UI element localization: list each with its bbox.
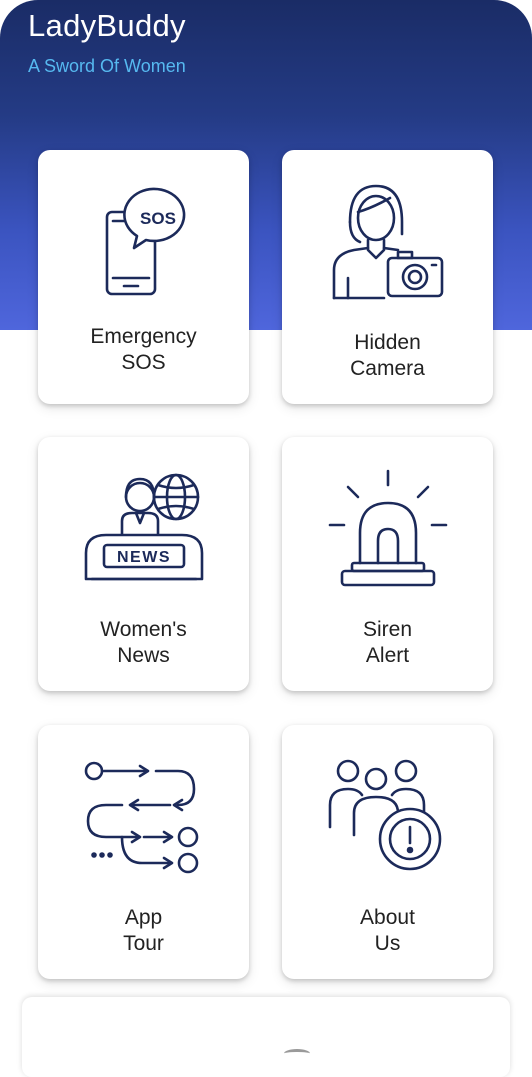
womens-news-card[interactable]: NEWS Women's News <box>38 437 249 691</box>
woman-camera-icon <box>332 184 443 300</box>
siren-alert-card[interactable]: Siren Alert <box>282 437 493 691</box>
card-label-line2: Alert <box>365 644 410 667</box>
app-subtitle: A Sword Of Women <box>28 56 186 76</box>
card-label-line1: Emergency <box>90 325 197 348</box>
siren-alert-label: Siren Alert <box>282 617 493 669</box>
card-label-line1: Women's <box>100 618 187 641</box>
svg-text:NEWS: NEWS <box>117 549 171 566</box>
svg-text:SOS: SOS <box>140 209 176 228</box>
card-label-line2: News <box>117 644 170 667</box>
group-info-icon <box>328 759 441 871</box>
news-anchor-icon: NEWS <box>84 473 203 581</box>
about-us-label: About Us <box>282 905 493 957</box>
card-label-line1: Hidden <box>354 331 421 354</box>
app-title: LadyBuddy <box>28 8 186 43</box>
flow-path-icon <box>84 761 198 874</box>
card-label-line2: SOS <box>121 351 166 374</box>
app-tour-label: App Tour <box>38 905 249 957</box>
card-label-line1: About <box>360 906 415 929</box>
emergency-sos-card[interactable]: SOS Emergency SOS <box>38 150 249 404</box>
siren-icon <box>328 469 447 587</box>
card-label-line2: Tour <box>123 932 164 955</box>
hidden-camera-label: Hidden Camera <box>282 330 493 382</box>
bottom-sheet[interactable] <box>22 997 510 1077</box>
card-label-line1: App <box>124 906 163 929</box>
womens-news-label: Women's News <box>38 617 249 669</box>
card-label-line1: Siren <box>362 618 413 641</box>
emergency-sos-label: Emergency SOS <box>38 324 249 376</box>
card-label-line2: Camera <box>350 357 425 380</box>
card-label-line2: Us <box>374 932 401 955</box>
app-tour-card[interactable]: App Tour <box>38 725 249 979</box>
hidden-camera-card[interactable]: Hidden Camera <box>282 150 493 404</box>
about-us-card[interactable]: About Us <box>282 725 493 979</box>
phone-sos-icon: SOS <box>105 187 185 296</box>
